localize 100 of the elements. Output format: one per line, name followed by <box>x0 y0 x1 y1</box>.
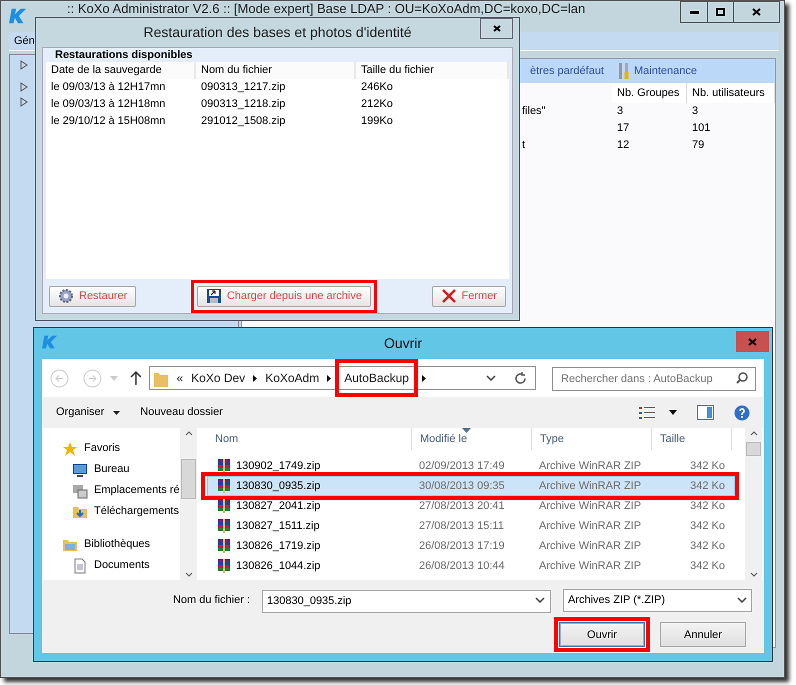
caret-icon[interactable] <box>669 410 677 415</box>
dropdown-chevron-icon[interactable] <box>737 597 747 604</box>
preview-pane-icon[interactable] <box>697 405 714 420</box>
document-icon <box>72 558 88 574</box>
column-header[interactable]: Nb. Groupes <box>612 83 687 103</box>
star-icon <box>62 440 78 456</box>
file-type-dropdown[interactable]: Archives ZIP (*.ZIP) <box>563 588 752 612</box>
close-icon <box>752 8 761 16</box>
menu-item[interactable]: Gén <box>14 32 35 50</box>
nav-item[interactable]: Bureau <box>94 461 130 478</box>
column-header[interactable]: Type <box>532 428 652 450</box>
column-header[interactable]: Nb. utilisateurs <box>687 83 775 103</box>
breadcrumb-arrow-icon[interactable] <box>327 374 332 382</box>
k-logo-icon <box>9 7 27 25</box>
table-cell-text: 342 Ko <box>689 518 726 534</box>
table-cell-text: 342 Ko <box>689 558 726 574</box>
dropdown-chevron-icon[interactable] <box>486 375 496 381</box>
file-name: 130826_1044.zip <box>236 558 320 574</box>
column-header[interactable]: Date de la sauvegarde <box>46 62 196 79</box>
table-cell-text: 342 Ko <box>689 478 726 494</box>
breadcrumb-arrow-icon[interactable] <box>253 374 258 382</box>
table-cell-text: 090313_1218.zip <box>200 97 286 112</box>
breadcrumb-item[interactable]: KoXoAdm <box>265 369 320 387</box>
view-list-icon[interactable] <box>639 406 655 418</box>
tree-expander-icon[interactable] <box>20 60 28 70</box>
dialog-button[interactable]: Ouvrir <box>559 622 645 648</box>
file-name: 130902_1749.zip <box>236 458 320 474</box>
file-row[interactable]: 130827_2041.zip 27/08/2013 20:41 Archive WinRAR ZIP 342 Ko <box>207 496 737 516</box>
scroll-up-icon[interactable] <box>184 431 192 436</box>
nav-item[interactable]: Emplacements ré <box>94 482 180 499</box>
file-row[interactable]: 130830_0935.zip 30/08/2013 09:35 Archive WinRAR ZIP 342 Ko <box>207 476 735 496</box>
column-header[interactable]: Modifié le <box>412 428 532 450</box>
window-title: :: KoXo Administrator V2.6 :: [Mode expert] Base LDAP : OU=KoXoAdm,DC=koxo,DC=lan <box>67 1 586 16</box>
table-cell-text: 79 <box>691 138 706 154</box>
tools-icon <box>618 62 630 80</box>
table-cell-text: le 09/03/13 à 12H18mn <box>50 97 166 112</box>
file-row[interactable]: 130827_1511.zip 27/08/2013 15:11 Archive WinRAR ZIP 342 Ko <box>207 516 737 536</box>
toolbar-button[interactable]: Maintenance <box>618 62 697 80</box>
scroll-thumb[interactable] <box>746 442 761 456</box>
column-header[interactable]: Nom du fichier <box>196 62 356 79</box>
breadcrumb-item[interactable]: AutoBackup <box>344 369 409 387</box>
table-cell-text: le 29/10/12 à 15H08mn <box>50 114 166 130</box>
dropdown-chevron-icon[interactable] <box>535 597 545 603</box>
group-title: Restaurations disponibles <box>55 48 194 62</box>
archive-books-icon <box>216 458 232 474</box>
search-field[interactable]: Rechercher dans : AutoBackup <box>552 366 756 390</box>
table-cell-text: Archive WinRAR ZIP <box>538 538 642 554</box>
up-arrow-icon[interactable] <box>130 371 142 385</box>
minimize-button[interactable] <box>680 1 708 23</box>
archive-books-icon <box>216 518 232 534</box>
nav-group[interactable]: Bibliothèques <box>84 536 150 553</box>
file-name: 130827_1511.zip <box>236 518 320 534</box>
column-header[interactable]: Nom <box>207 428 412 450</box>
scroll-down-icon[interactable] <box>184 572 192 577</box>
breadcrumb-item[interactable]: « <box>176 369 184 387</box>
table-cell-text: Archive WinRAR ZIP <box>538 558 642 574</box>
nav-group[interactable]: Favoris <box>84 440 120 457</box>
places-icon <box>72 482 88 498</box>
toolbar-button[interactable]: ètres pardéfaut <box>530 62 604 80</box>
file-name: 130830_0935.zip <box>236 478 320 494</box>
help-icon[interactable] <box>734 404 750 420</box>
table-cell-text: 26/08/2013 17:19 <box>418 538 506 554</box>
nav-item[interactable]: Documents <box>94 557 150 574</box>
k-logo-icon <box>42 334 58 350</box>
maximize-button[interactable] <box>708 1 734 23</box>
dialog-button[interactable]: Charger depuis une archive <box>196 286 371 306</box>
table-cell-text: 30/08/2013 09:35 <box>418 478 506 494</box>
refresh-icon[interactable] <box>514 372 527 384</box>
desktop-icon <box>72 462 88 478</box>
dialog-button[interactable]: Fermer <box>432 286 506 306</box>
dialog-button[interactable]: Restaurer <box>49 286 136 306</box>
search-icon[interactable] <box>736 372 748 384</box>
filename-field[interactable]: 130830_0935.zip <box>262 590 551 612</box>
column-header[interactable]: Taille <box>652 428 732 450</box>
dialog-button[interactable]: Annuler <box>660 622 746 648</box>
close-icon <box>492 25 500 32</box>
archive-books-icon <box>216 498 232 514</box>
table-cell-text: 02/09/2013 17:49 <box>418 458 506 474</box>
scroll-up-icon[interactable] <box>750 431 758 436</box>
scroll-down-icon[interactable] <box>750 572 758 577</box>
file-row[interactable]: 130826_1719.zip 26/08/2013 17:19 Archive WinRAR ZIP 342 Ko <box>207 536 737 556</box>
breadcrumb-item[interactable]: KoXo Dev <box>191 369 246 387</box>
table-cell-text: 090313_1217.zip <box>200 80 286 96</box>
close-button[interactable] <box>480 18 513 39</box>
close-button[interactable] <box>734 1 780 23</box>
table-cell-text: 17 <box>616 121 630 136</box>
table-cell-text: 342 Ko <box>689 538 726 554</box>
table-cell-text: Archive WinRAR ZIP <box>538 478 642 494</box>
nav-item[interactable]: Téléchargements <box>94 503 179 520</box>
table-cell-text: 199Ko <box>360 114 394 130</box>
breadcrumb-arrow-icon[interactable] <box>422 374 426 382</box>
archive-books-icon <box>216 558 232 574</box>
scroll-thumb[interactable] <box>181 459 196 499</box>
file-row[interactable]: 130902_1749.zip 02/09/2013 17:49 Archive WinRAR ZIP 342 Ko <box>207 456 737 476</box>
column-header[interactable]: Taille du fichier <box>356 62 509 79</box>
toolbar-button[interactable]: Organiser <box>56 404 120 421</box>
file-row[interactable]: 130826_1044.zip 26/08/2013 10:44 Archive WinRAR ZIP 342 Ko <box>207 556 737 576</box>
archive-books-icon <box>216 478 232 494</box>
toolbar-button[interactable]: Nouveau dossier <box>140 404 223 421</box>
table-cell-text: 3 <box>691 104 700 120</box>
